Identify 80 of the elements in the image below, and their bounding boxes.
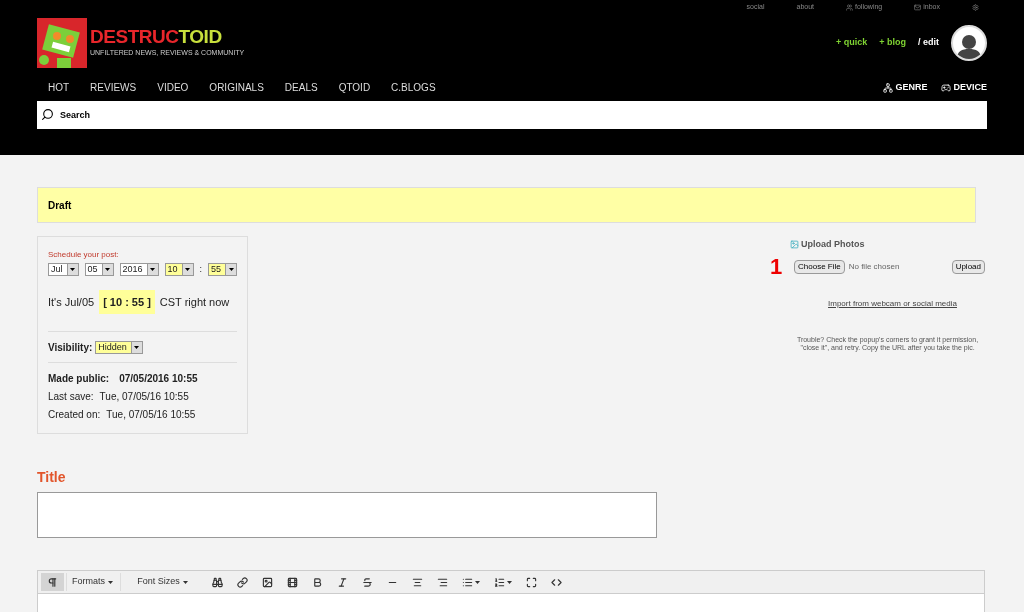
nav-link[interactable]: C.BLOGS <box>391 80 436 95</box>
created-label: Created on: <box>48 408 101 422</box>
caret-icon <box>108 580 113 584</box>
dropdown[interactable]: 10 <box>164 263 194 277</box>
current-time: [ 10 : 55 ] <box>99 289 155 314</box>
logo-text: DESTRUC <box>90 26 179 46</box>
avatar[interactable] <box>951 24 987 61</box>
choose-file-button[interactable]: Choose File <box>794 259 845 274</box>
time-separator: : <box>199 263 203 276</box>
caret-icon <box>185 268 191 272</box>
nav-link[interactable]: VIDEO <box>157 80 189 95</box>
bulleted-list-icon <box>462 576 473 588</box>
italic-icon <box>337 576 348 588</box>
paragraph-icon <box>47 576 58 588</box>
align-center-icon <box>412 576 423 588</box>
upload-button[interactable]: Upload <box>951 259 985 274</box>
step-number: 1 <box>770 255 784 278</box>
caret-icon <box>105 268 111 272</box>
nav-link[interactable]: HOT <box>48 80 70 95</box>
schedule-label: Schedule your post: <box>48 249 120 261</box>
caret-icon <box>150 268 156 272</box>
made-public-date: 07/05/2016 10:55 <box>119 372 198 386</box>
caret-icon <box>475 580 480 584</box>
image-icon <box>262 576 273 588</box>
paragraph-button[interactable] <box>41 573 64 591</box>
file-status: No file chosen <box>848 260 900 273</box>
caret-icon <box>70 268 75 272</box>
last-save-label: Last save: <box>48 390 94 404</box>
current-date-text: It's Jul/05 <box>48 294 95 310</box>
dropdown[interactable]: 05 <box>84 263 114 277</box>
mail-icon <box>914 3 922 11</box>
caret-icon <box>134 346 140 349</box>
image-icon <box>790 240 799 250</box>
fullscreen-icon <box>526 576 537 588</box>
search-field[interactable]: Search <box>37 100 987 129</box>
dropdown[interactable]: 55 <box>208 263 238 277</box>
align-right-icon <box>437 576 448 588</box>
last-save-date: Tue, 07/05/16 10:55 <box>99 390 189 404</box>
timezone-text: CST right now <box>159 294 230 310</box>
made-public-label: Made public: <box>48 372 110 386</box>
font-sizes-dropdown[interactable]: Font Sizes <box>120 573 204 591</box>
dropdown[interactable]: Jul <box>48 263 79 277</box>
bold-icon <box>312 576 323 588</box>
user-link[interactable]: + blog <box>879 35 906 50</box>
search-icon <box>41 107 54 121</box>
link-icon <box>237 576 248 588</box>
caret-icon <box>507 580 512 584</box>
film-icon <box>287 576 298 588</box>
logo-text: TOID <box>178 26 222 46</box>
status-banner: Draft <box>37 187 976 223</box>
created-date: Tue, 07/05/16 10:55 <box>106 408 196 422</box>
person-icon <box>957 32 981 59</box>
code-icon <box>551 576 562 588</box>
nav-link[interactable]: DEALS <box>284 80 318 95</box>
nav-link[interactable]: REVIEWS <box>90 80 137 95</box>
nav-link[interactable]: QTOID <box>338 80 371 95</box>
nav-menu-link[interactable]: DEVICE <box>941 80 987 95</box>
strikethrough-icon <box>362 576 373 588</box>
nav-menu-link[interactable]: GENRE <box>883 80 928 95</box>
import-link[interactable]: Import from webcam or social media <box>828 297 957 310</box>
title-field[interactable] <box>37 492 657 538</box>
settings-link[interactable] <box>972 2 979 13</box>
dropdown[interactable]: Hidden <box>95 341 143 354</box>
title-label: Title <box>37 468 67 487</box>
upload-title: Upload Photos <box>801 238 865 251</box>
settings-icon <box>972 3 979 11</box>
people-icon <box>846 3 853 11</box>
user-link[interactable]: + quick <box>835 35 868 50</box>
robot-logo <box>37 17 87 68</box>
caret-icon <box>182 580 188 584</box>
hierarchy-icon <box>883 82 894 93</box>
nav-link[interactable]: ORIGINALS <box>209 80 264 95</box>
formats-dropdown[interactable]: Formats <box>66 573 118 591</box>
gamepad-icon <box>941 82 952 93</box>
user-link[interactable]: / edit <box>918 35 939 50</box>
caret-icon <box>228 268 234 272</box>
binoculars-icon <box>212 576 223 588</box>
visibility-label: Visibility: <box>48 341 93 355</box>
dropdown[interactable]: 2016 <box>119 263 159 277</box>
numbered-list-icon <box>494 576 505 588</box>
